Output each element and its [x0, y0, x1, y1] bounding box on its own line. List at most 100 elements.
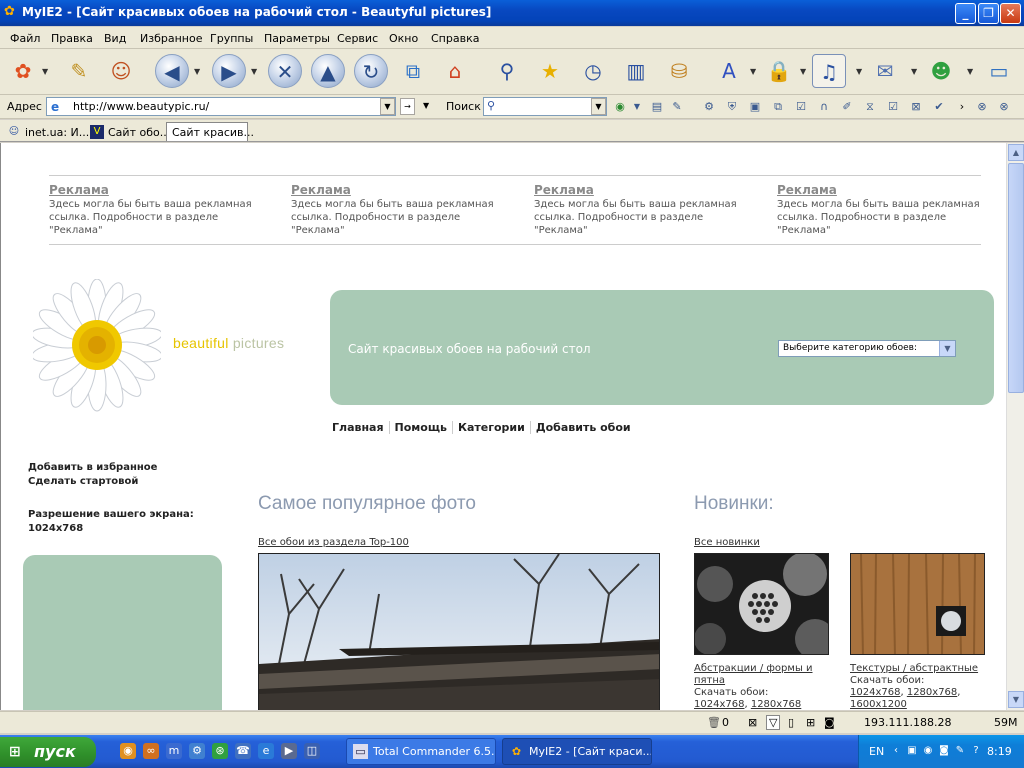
chevron-down-icon[interactable]: ▼	[42, 67, 48, 76]
size-link-1280x768[interactable]: 1280x768	[751, 699, 801, 710]
forward-icon[interactable]: ▶	[212, 54, 246, 88]
menu-view[interactable]: Вид	[104, 32, 126, 45]
menu-help[interactable]: Справка	[431, 32, 479, 45]
scroll-up-icon[interactable]: ▲	[1008, 144, 1024, 161]
close-button[interactable]: ✕	[1000, 3, 1021, 24]
tray-app-icon[interactable]: ✎	[953, 744, 967, 758]
book-icon[interactable]: ▥	[619, 54, 653, 88]
go-arrow-icon[interactable]: →	[400, 98, 415, 115]
chevron-down-icon[interactable]: ▼	[591, 98, 606, 115]
music-note-icon[interactable]: ♫	[812, 54, 846, 88]
tab-beautypic[interactable]: Сайт красив...	[166, 122, 254, 141]
trash-icon[interactable]: 🗑	[707, 716, 721, 729]
menu-window[interactable]: Окно	[389, 32, 418, 45]
quicklaunch-ie-icon[interactable]: e	[258, 743, 274, 759]
maximize-button[interactable]: ❐	[978, 3, 999, 24]
page-icon[interactable]: ▯	[788, 716, 794, 729]
chevron-down-icon[interactable]: ▼	[750, 67, 756, 76]
checklist-icon[interactable]: ☑	[886, 99, 900, 114]
coins-icon[interactable]: ⛁	[662, 54, 696, 88]
start-button[interactable]: ⊞ пуск	[0, 737, 96, 767]
tray-disk-icon[interactable]: ◙	[937, 744, 951, 758]
task-myie2[interactable]: ✿ MyIE2 - [Сайт краси...	[502, 738, 652, 765]
set-homepage-link[interactable]: Сделать стартовой	[28, 476, 138, 487]
quicklaunch-settings-icon[interactable]: ⚙	[189, 743, 205, 759]
refresh-all-icon[interactable]: ⧉	[396, 54, 430, 88]
address-input[interactable]: e http://www.beautypic.ru/ ▼	[46, 97, 396, 116]
chevron-down-icon[interactable]: ▼	[967, 67, 973, 76]
favorites-star-icon[interactable]: ★	[533, 54, 567, 88]
brush-icon[interactable]: ✐	[840, 99, 854, 114]
more-chevron-icon[interactable]: ›	[955, 99, 969, 114]
user-icon[interactable]: ☺	[104, 54, 138, 88]
add-to-favorites-link[interactable]: Добавить в избранное	[28, 462, 157, 473]
ad-title-link[interactable]: Реклама	[777, 183, 987, 197]
window-titlebar[interactable]: ✿ MyIE2 - [Сайт красивых обоев на рабочи…	[0, 0, 1024, 26]
filter-icon[interactable]: ▽	[766, 715, 781, 730]
menu-options[interactable]: Параметры	[264, 32, 330, 45]
chevron-down-icon[interactable]: ▼	[800, 67, 806, 76]
check-icon[interactable]: ✔	[932, 99, 946, 114]
ad-title-link[interactable]: Реклама	[534, 183, 744, 197]
scroll-down-icon[interactable]: ▼	[1008, 691, 1024, 708]
menu-groups[interactable]: Группы	[210, 32, 253, 45]
edit-icon[interactable]: ✎	[670, 99, 684, 114]
new-thumbnail-abstract[interactable]	[694, 553, 829, 655]
quicklaunch-explorer-icon[interactable]: ⊛	[212, 743, 228, 759]
disk-icon[interactable]: ◙	[824, 716, 835, 729]
size-link-1024x768[interactable]: 1024x768	[694, 699, 744, 710]
close-tab-icon[interactable]: ⊗	[975, 99, 989, 114]
language-indicator[interactable]: EN	[869, 745, 884, 758]
tray-help-icon[interactable]: ?	[969, 744, 983, 758]
search-icon[interactable]: ⚲	[490, 54, 524, 88]
top100-link[interactable]: Все обои из раздела Top-100	[258, 537, 409, 548]
scroll-thumb[interactable]	[1008, 163, 1024, 393]
tray-network-icon[interactable]: ▣	[905, 744, 919, 758]
tab-inet-ua[interactable]: ☺ inet.ua: И...	[2, 122, 89, 141]
size-link-1024x768[interactable]: 1024x768	[850, 687, 900, 698]
quicklaunch-messenger-icon[interactable]: m	[166, 743, 182, 759]
favorites-folder-icon[interactable]: ✎	[62, 54, 96, 88]
new-thumbnail-texture[interactable]	[850, 553, 985, 655]
refresh-icon[interactable]: ↻	[354, 54, 388, 88]
page-icon[interactable]: ▤	[650, 99, 664, 114]
chevron-down-icon[interactable]: ▼	[856, 67, 862, 76]
nav-categories-link[interactable]: Категории	[452, 421, 531, 434]
task-total-commander[interactable]: ▭ Total Commander 6.5...	[346, 738, 496, 765]
size-link-1600x1200[interactable]: 1600x1200	[850, 699, 907, 710]
mail-icon[interactable]: ✉	[868, 54, 902, 88]
chevron-down-icon[interactable]: ▼	[423, 101, 429, 110]
abstract-category-link[interactable]: Абстракции / формы и пятна	[694, 663, 813, 686]
myie-logo-icon[interactable]: ✿	[6, 54, 40, 88]
menu-file[interactable]: Файл	[10, 32, 40, 45]
image-icon[interactable]: ▣	[748, 99, 762, 114]
chevron-down-icon[interactable]: ▼	[939, 341, 955, 356]
nav-help-link[interactable]: Помощь	[389, 421, 453, 434]
up-icon[interactable]: ▲	[311, 54, 345, 88]
size-link-1280x768[interactable]: 1280x768	[907, 687, 957, 698]
history-clock-icon[interactable]: ◷	[576, 54, 610, 88]
nav-add-wallpaper-link[interactable]: Добавить обои	[531, 421, 636, 434]
menu-edit[interactable]: Правка	[51, 32, 93, 45]
chevron-down-icon[interactable]: ▼	[630, 99, 644, 114]
category-select[interactable]: Выберите категорию обоев: ▼	[778, 340, 956, 357]
magnet-icon[interactable]: ∩	[817, 99, 831, 114]
menu-favorites[interactable]: Избранное	[140, 32, 202, 45]
nav-home-link[interactable]: Главная	[332, 421, 390, 434]
back-icon[interactable]: ◀	[155, 54, 189, 88]
quicklaunch-app-icon[interactable]: ∞	[143, 743, 159, 759]
globe-icon[interactable]: ◉	[613, 99, 627, 114]
home-icon[interactable]: ⌂	[438, 54, 472, 88]
chevron-down-icon[interactable]: ▼	[194, 67, 200, 76]
monitor-icon[interactable]: ▭	[982, 54, 1016, 88]
quicklaunch-network-icon[interactable]: ☎	[235, 743, 251, 759]
block-image-icon[interactable]: ⊠	[909, 99, 923, 114]
ad-title-link[interactable]: Реклама	[291, 183, 501, 197]
check-box-icon[interactable]: ☑	[794, 99, 808, 114]
copy-icon[interactable]: ⧉	[771, 99, 785, 114]
popular-photo[interactable]	[258, 553, 660, 710]
close-all-icon[interactable]: ⊗	[997, 99, 1011, 114]
ad-title-link[interactable]: Реклама	[49, 183, 259, 197]
minimize-button[interactable]: _	[955, 3, 976, 24]
filter-icon[interactable]: ⧖	[863, 99, 877, 114]
